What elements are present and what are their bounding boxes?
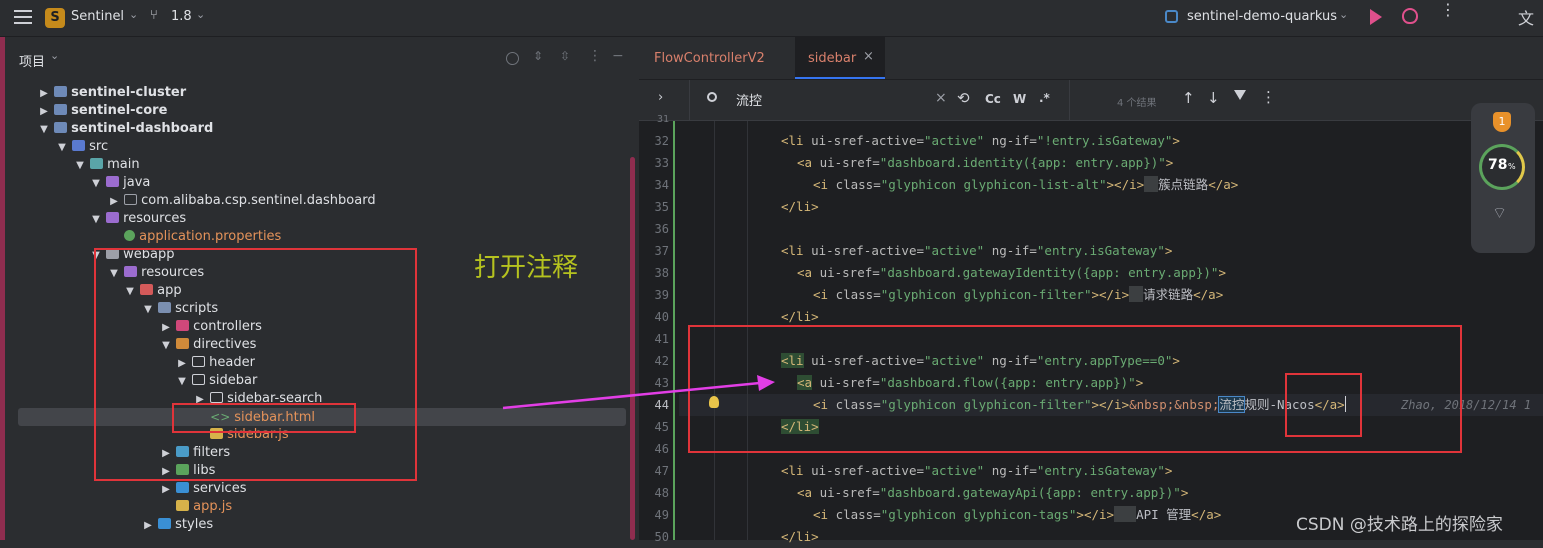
annotation-arrow: [502, 375, 775, 410]
watermark: CSDN @技术路上的探险家: [1296, 515, 1503, 535]
